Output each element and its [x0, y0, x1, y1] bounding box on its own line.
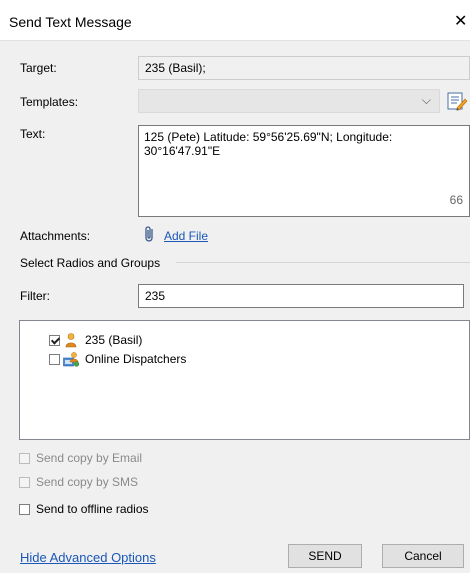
- offline-label: Send to offline radios: [36, 502, 149, 516]
- chevron-down-icon: ⌵: [421, 93, 431, 107]
- edit-templates-icon[interactable]: [446, 90, 468, 112]
- group-checkbox[interactable]: [49, 353, 60, 365]
- sms-checkbox: [19, 476, 30, 488]
- paperclip-icon: [144, 225, 156, 246]
- hide-advanced-link[interactable]: Hide Advanced Options: [20, 550, 156, 565]
- char-counter: 66: [449, 193, 463, 207]
- radios-list[interactable]: 235 (Basil) Online Dispatchers: [19, 320, 470, 440]
- group-separator: [176, 262, 470, 263]
- filter-input[interactable]: 235: [138, 284, 464, 308]
- send-label: SEND: [308, 549, 342, 563]
- email-label: Send copy by Email: [36, 451, 143, 465]
- filter-value: 235: [145, 289, 166, 303]
- templates-dropdown[interactable]: ⌵: [138, 89, 440, 113]
- select-radios-header: Select Radios and Groups: [20, 256, 161, 270]
- radio-label: 235 (Basil): [85, 333, 143, 347]
- send-copy-email-option: Send copy by Email: [19, 451, 142, 465]
- sms-label: Send copy by SMS: [36, 475, 139, 489]
- list-item[interactable]: 235 (Basil): [49, 331, 142, 349]
- list-item[interactable]: Online Dispatchers: [49, 350, 186, 368]
- add-file-link[interactable]: Add File: [164, 229, 208, 243]
- offline-checkbox[interactable]: [19, 503, 30, 515]
- templates-label: Templates:: [20, 95, 79, 109]
- group-label: Online Dispatchers: [85, 352, 187, 366]
- send-copy-sms-option: Send copy by SMS: [19, 475, 138, 489]
- message-textarea[interactable]: 125 (Pete) Latitude: 59°56'25.69"N; Long…: [138, 125, 470, 217]
- filter-label: Filter:: [20, 289, 50, 303]
- user-icon: [63, 332, 79, 348]
- window-title: Send Text Message: [9, 14, 132, 30]
- cancel-label: Cancel: [404, 549, 442, 563]
- text-label: Text:: [20, 127, 46, 141]
- target-value: 235 (Basil);: [145, 61, 206, 75]
- email-checkbox: [19, 452, 30, 464]
- group-icon: [63, 351, 80, 367]
- title-bar: Send Text Message ✕: [0, 0, 470, 40]
- send-offline-option[interactable]: Send to offline radios: [19, 502, 149, 516]
- message-text: 125 (Pete) Latitude: 59°56'25.69"N; Long…: [144, 130, 393, 158]
- target-label: Target:: [20, 61, 57, 75]
- cancel-button[interactable]: Cancel: [382, 544, 464, 568]
- close-icon[interactable]: ✕: [454, 11, 467, 31]
- radio-checkbox[interactable]: [49, 334, 60, 346]
- attachments-label: Attachments:: [20, 229, 91, 243]
- send-button[interactable]: SEND: [288, 544, 362, 568]
- target-field: 235 (Basil);: [138, 56, 470, 80]
